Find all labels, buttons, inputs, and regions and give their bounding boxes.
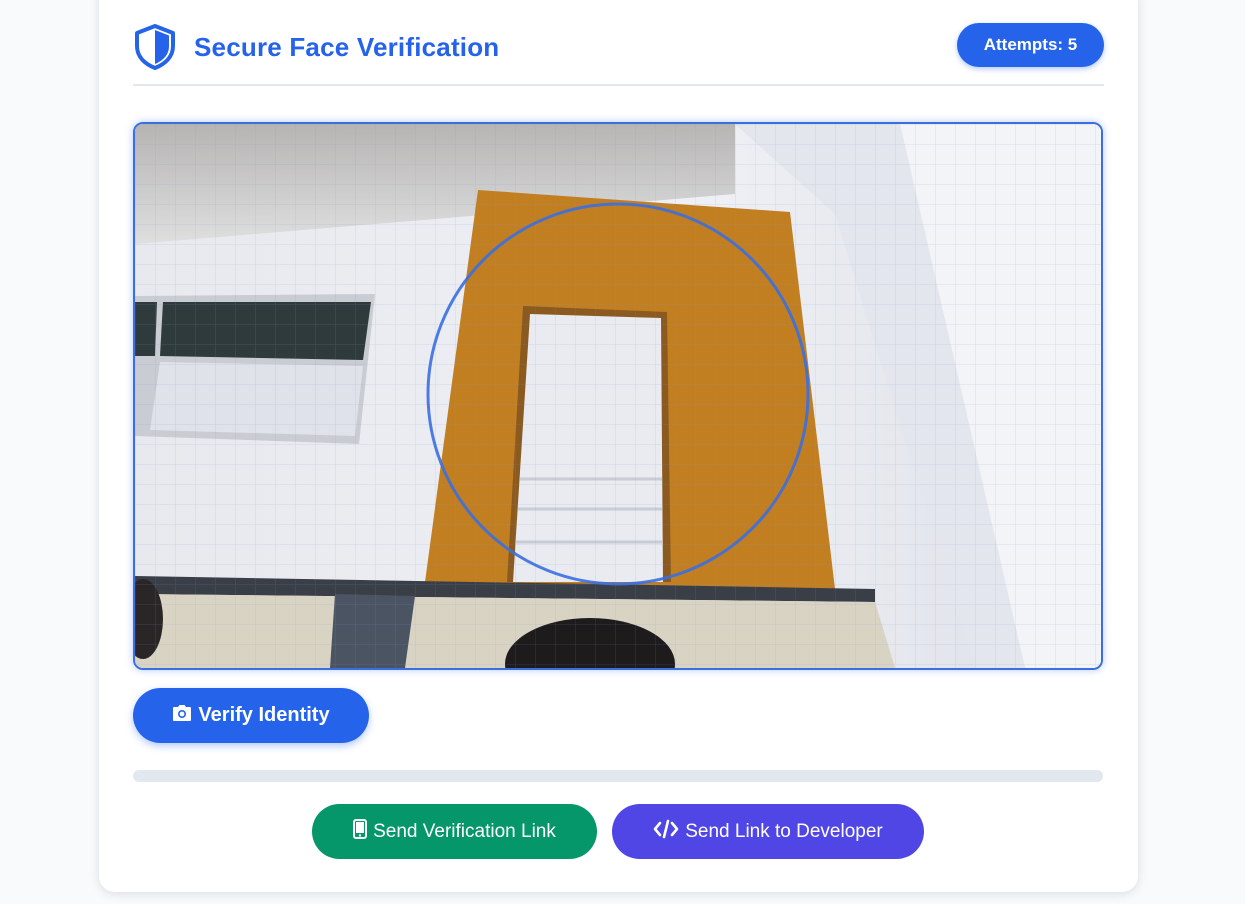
- camera-icon: [172, 704, 192, 728]
- send-link-to-developer-button[interactable]: Send Link to Developer: [612, 804, 924, 859]
- page-title: Secure Face Verification: [194, 32, 500, 62]
- verify-identity-label: Verify Identity: [198, 704, 330, 726]
- send-link-to-developer-label: Send Link to Developer: [685, 820, 883, 842]
- camera-feed: [133, 122, 1103, 670]
- code-icon: [653, 819, 679, 845]
- verify-identity-button[interactable]: Verify Identity: [133, 688, 369, 743]
- send-verification-link-button[interactable]: Send Verification Link: [312, 804, 597, 859]
- send-verification-link-label: Send Verification Link: [373, 820, 556, 842]
- verification-progress-bar: [133, 770, 1103, 782]
- attempts-badge: Attempts: 5: [957, 23, 1104, 67]
- header: Secure Face Verification Attempts: 5: [133, 22, 1104, 86]
- mobile-phone-icon: [353, 818, 368, 845]
- shield-icon: [133, 24, 177, 70]
